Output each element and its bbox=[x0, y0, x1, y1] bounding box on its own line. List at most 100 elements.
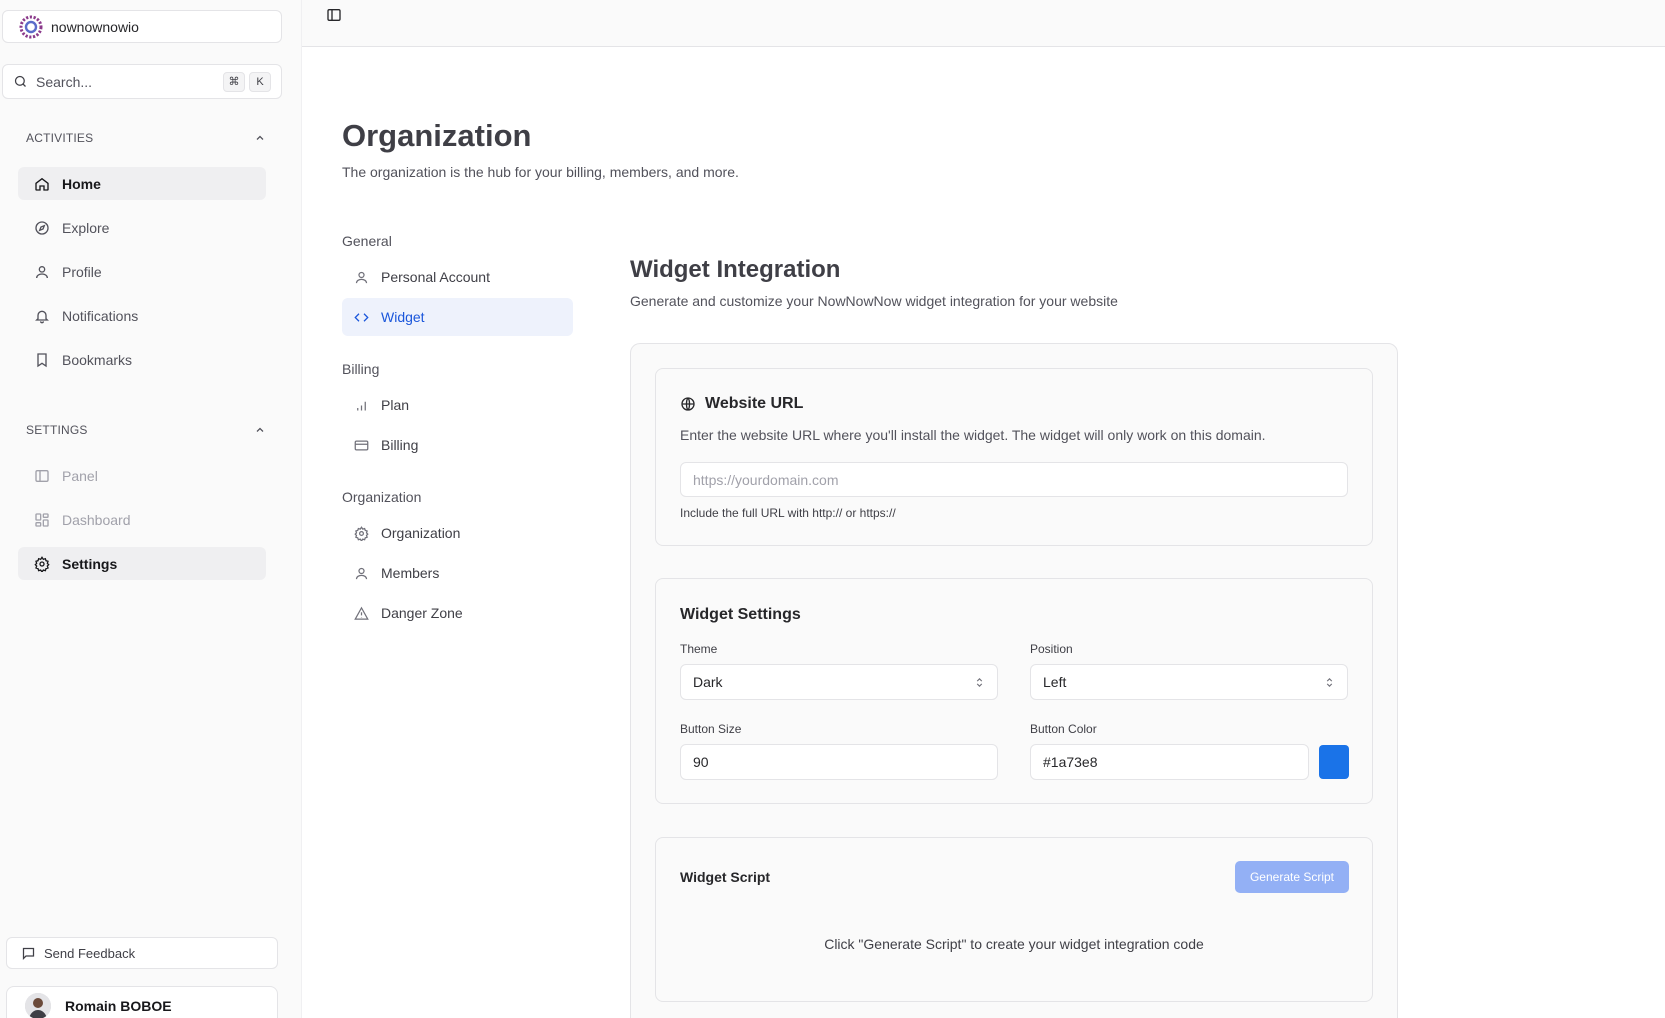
widget-settings-card: Widget Settings Theme Dark Position Left… bbox=[655, 578, 1373, 804]
website-url-heading: Website URL bbox=[680, 395, 803, 413]
chevron-up-down-icon bbox=[1324, 677, 1335, 688]
user-icon bbox=[34, 264, 50, 280]
sidebar-item-label: Panel bbox=[62, 467, 98, 484]
org-logo-icon bbox=[19, 15, 43, 39]
website-url-input[interactable]: https://yourdomain.com bbox=[680, 462, 1348, 497]
subnav-item-plan[interactable]: Plan bbox=[342, 386, 573, 424]
button-size-label: Button Size bbox=[680, 722, 742, 736]
user-menu[interactable]: Romain BOBOE bbox=[6, 986, 278, 1018]
button-color-input[interactable]: #1a73e8 bbox=[1030, 744, 1309, 780]
subnav-item-billing[interactable]: Billing bbox=[342, 426, 573, 464]
activities-section-header[interactable]: ACTIVITIES bbox=[26, 131, 266, 145]
user-name: Romain BOBOE bbox=[65, 998, 172, 1014]
sidebar-item-bookmarks[interactable]: Bookmarks bbox=[18, 343, 266, 376]
theme-select[interactable]: Dark bbox=[680, 664, 998, 700]
shortcut-key-cmd: ⌘ bbox=[223, 71, 245, 92]
position-value: Left bbox=[1043, 674, 1067, 690]
chevron-up-icon[interactable] bbox=[254, 424, 266, 436]
sidebar-toggle-icon[interactable] bbox=[326, 7, 346, 27]
sidebar-item-notifications[interactable]: Notifications bbox=[18, 299, 266, 332]
sidebar-item-label: Dashboard bbox=[62, 511, 131, 528]
website-url-hint: Include the full URL with http:// or htt… bbox=[680, 506, 896, 520]
search-icon bbox=[13, 74, 28, 89]
subnav-item-label: Billing bbox=[381, 437, 419, 453]
globe-icon bbox=[680, 396, 696, 412]
website-url-title: Website URL bbox=[705, 395, 804, 412]
sidebar: nownownowio Search... ⌘ K ACTIVITIES Hom… bbox=[0, 0, 302, 1018]
page-subtitle: The organization is the hub for your bil… bbox=[342, 164, 739, 180]
subnav-item-members[interactable]: Members bbox=[342, 554, 573, 592]
chevron-up-down-icon bbox=[974, 677, 985, 688]
subnav-item-label: Members bbox=[381, 565, 440, 581]
bookmark-icon bbox=[34, 352, 50, 368]
user-icon bbox=[354, 566, 369, 581]
website-url-placeholder: https://yourdomain.com bbox=[693, 471, 839, 488]
sidebar-item-label: Explore bbox=[62, 219, 110, 236]
button-color-label: Button Color bbox=[1030, 722, 1097, 736]
subnav-item-label: Organization bbox=[381, 525, 461, 541]
page-title: Organization bbox=[342, 118, 532, 153]
sidebar-item-dashboard[interactable]: Dashboard bbox=[18, 503, 266, 536]
bar-chart-icon bbox=[354, 398, 369, 413]
gear-icon bbox=[34, 555, 50, 572]
widget-title: Widget Integration bbox=[630, 256, 841, 283]
sidebar-item-profile[interactable]: Profile bbox=[18, 255, 266, 288]
subnav-item-label: Widget bbox=[381, 309, 425, 325]
sidebar-item-settings[interactable]: Settings bbox=[18, 547, 266, 580]
sidebar-item-panel[interactable]: Panel bbox=[18, 459, 266, 492]
subnav-item-label: Danger Zone bbox=[381, 605, 463, 621]
chevron-up-icon[interactable] bbox=[254, 132, 266, 144]
send-feedback-label: Send Feedback bbox=[44, 945, 136, 961]
position-select[interactable]: Left bbox=[1030, 664, 1348, 700]
theme-label: Theme bbox=[680, 642, 718, 656]
widget-script-title: Widget Script bbox=[680, 869, 771, 885]
button-color-value: #1a73e8 bbox=[1043, 754, 1098, 770]
widget-subtitle: Generate and customize your NowNowNow wi… bbox=[630, 293, 1118, 309]
generate-script-button[interactable]: Generate Script bbox=[1235, 861, 1349, 893]
shortcut-key-k: K bbox=[249, 71, 271, 92]
home-icon bbox=[34, 176, 50, 192]
sidebar-item-label: Profile bbox=[62, 263, 102, 280]
sidebar-item-label: Home bbox=[62, 175, 101, 192]
sidebar-item-label: Bookmarks bbox=[62, 351, 133, 368]
settings-section-header[interactable]: SETTINGS bbox=[26, 423, 266, 437]
search-input[interactable]: Search... ⌘ K bbox=[2, 64, 282, 99]
website-url-card: Website URL Enter the website URL where … bbox=[655, 368, 1373, 546]
widget-script-card: Widget Script Generate Script Click "Gen… bbox=[655, 837, 1373, 1002]
panel-icon bbox=[34, 468, 50, 484]
theme-value: Dark bbox=[693, 674, 723, 690]
top-bar bbox=[302, 0, 1665, 47]
sidebar-item-label: Settings bbox=[62, 555, 118, 572]
button-color-swatch[interactable] bbox=[1319, 745, 1349, 779]
bell-icon bbox=[34, 308, 50, 324]
gear-icon bbox=[354, 525, 369, 541]
widget-settings-title: Widget Settings bbox=[680, 606, 801, 623]
subnav-item-organization[interactable]: Organization bbox=[342, 514, 573, 552]
sidebar-item-explore[interactable]: Explore bbox=[18, 211, 266, 244]
settings-label: SETTINGS bbox=[26, 423, 88, 437]
dashboard-icon bbox=[34, 512, 50, 528]
warning-icon bbox=[354, 606, 369, 621]
subnav-item-label: Plan bbox=[381, 397, 410, 413]
org-name: nownownowio bbox=[51, 18, 139, 35]
subnav-item-label: Personal Account bbox=[381, 269, 490, 285]
avatar bbox=[25, 993, 51, 1018]
button-size-input[interactable]: 90 bbox=[680, 744, 998, 780]
message-icon bbox=[21, 946, 36, 961]
org-switcher[interactable]: nownownowio bbox=[2, 10, 282, 43]
search-placeholder: Search... bbox=[36, 73, 93, 90]
activities-label: ACTIVITIES bbox=[26, 131, 94, 145]
send-feedback-button[interactable]: Send Feedback bbox=[6, 937, 278, 969]
button-size-value: 90 bbox=[693, 754, 709, 770]
widget-script-hint: Click "Generate Script" to create your w… bbox=[824, 936, 1204, 952]
code-icon bbox=[354, 310, 369, 325]
website-url-description: Enter the website URL where you'll insta… bbox=[680, 427, 1266, 443]
subnav-item-widget[interactable]: Widget bbox=[342, 298, 573, 336]
subnav-item-danger-zone[interactable]: Danger Zone bbox=[342, 594, 573, 632]
sidebar-item-home[interactable]: Home bbox=[18, 167, 266, 200]
compass-icon bbox=[34, 220, 50, 236]
credit-card-icon bbox=[354, 438, 369, 453]
subnav-group-billing: Billing bbox=[342, 361, 380, 377]
sidebar-item-label: Notifications bbox=[62, 307, 139, 324]
subnav-item-personal-account[interactable]: Personal Account bbox=[342, 258, 573, 296]
